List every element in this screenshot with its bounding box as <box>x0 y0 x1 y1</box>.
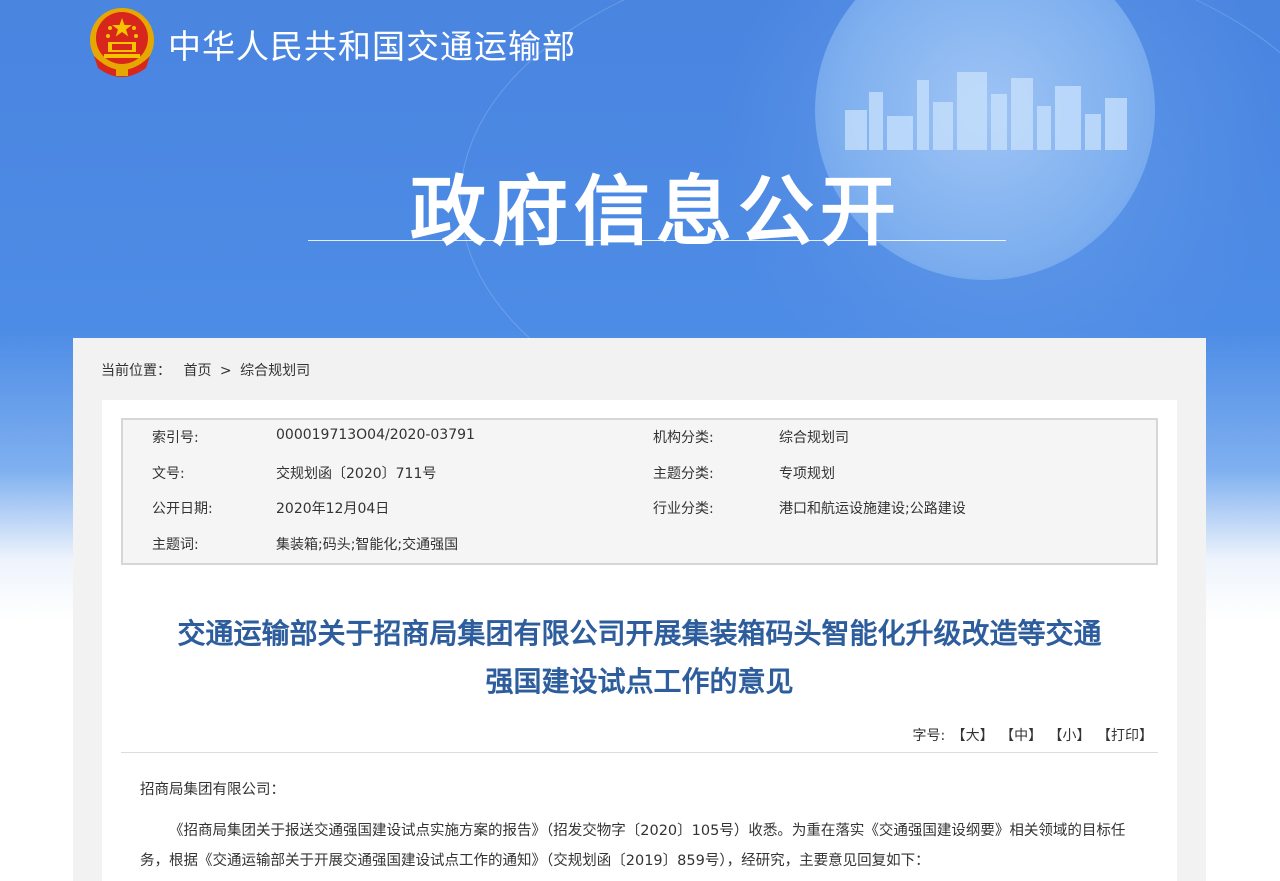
body-paragraph: 《招商局集团关于报送交通强国建设试点实施方案的报告》（招发交物字〔2020〕10… <box>140 823 1126 869</box>
main-panel: 当前位置： 首页 > 综合规划司 索引号: 000019713O04/2020-… <box>73 338 1206 881</box>
header-banner: 中华人民共和国交通运输部 政府信息公开 <box>0 0 1280 340</box>
keywords-label: 主题词: <box>152 537 199 553</box>
breadcrumb-home-link[interactable]: 首页 <box>183 363 211 379</box>
site-title: 中华人民共和国交通运输部 <box>168 27 576 66</box>
meta-row: 主题词: 集装箱;码头;智能化;交通强国 <box>123 534 1156 569</box>
doc-number-label: 文号: <box>152 466 185 482</box>
font-size-label: 字号: <box>912 728 946 744</box>
meta-row: 索引号: 000019713O04/2020-03791 机构分类: 综合规划司 <box>123 427 1156 462</box>
font-medium-button[interactable]: 【中】 <box>1000 728 1042 744</box>
document-title-line: 交通运输部关于招商局集团有限公司开展集装箱码头智能化升级改造等交通 <box>177 617 1102 650</box>
index-value: 000019713O04/2020-03791 <box>276 427 475 443</box>
hero-title: 政府信息公开 <box>410 167 902 256</box>
date-value: 2020年12月04日 <box>276 501 390 517</box>
document-content: 索引号: 000019713O04/2020-03791 机构分类: 综合规划司… <box>102 400 1177 881</box>
meta-row: 公开日期: 2020年12月04日 行业分类: 港口和航运设施建设;公路建设 <box>123 498 1156 533</box>
city-skyline-image <box>835 60 1135 150</box>
national-emblem-icon <box>90 8 154 77</box>
divider <box>121 752 1158 753</box>
industry-label: 行业分类: <box>653 501 714 517</box>
doc-number-value: 交规划函〔2020〕711号 <box>276 466 437 482</box>
hero-underline <box>308 240 1006 241</box>
industry-value: 港口和航运设施建设;公路建设 <box>779 501 966 517</box>
document-meta-table: 索引号: 000019713O04/2020-03791 机构分类: 综合规划司… <box>121 418 1158 565</box>
breadcrumb: 当前位置： 首页 > 综合规划司 <box>101 360 310 380</box>
font-small-button[interactable]: 【小】 <box>1049 728 1091 744</box>
font-size-controls: 字号: 【大】 【中】 【小】 【打印】 <box>910 725 1153 745</box>
index-label: 索引号: <box>152 430 199 446</box>
date-label: 公开日期: <box>152 501 213 517</box>
topic-value: 专项规划 <box>779 466 835 482</box>
topic-label: 主题分类: <box>653 466 714 482</box>
org-value: 综合规划司 <box>779 430 849 446</box>
meta-row: 文号: 交规划函〔2020〕711号 主题分类: 专项规划 <box>123 463 1156 498</box>
addressee: 招商局集团有限公司： <box>140 782 285 798</box>
breadcrumb-label: 当前位置： <box>101 363 171 379</box>
breadcrumb-department-link[interactable]: 综合规划司 <box>240 363 310 379</box>
document-title: 交通运输部关于招商局集团有限公司开展集装箱码头智能化升级改造等交通 强国建设试点… <box>102 610 1177 706</box>
font-large-button[interactable]: 【大】 <box>952 728 994 744</box>
breadcrumb-separator: > <box>219 363 232 379</box>
print-button[interactable]: 【打印】 <box>1097 728 1153 744</box>
keywords-value: 集装箱;码头;智能化;交通强国 <box>276 537 459 553</box>
document-title-line: 强国建设试点工作的意见 <box>485 665 794 698</box>
org-label: 机构分类: <box>653 430 714 446</box>
